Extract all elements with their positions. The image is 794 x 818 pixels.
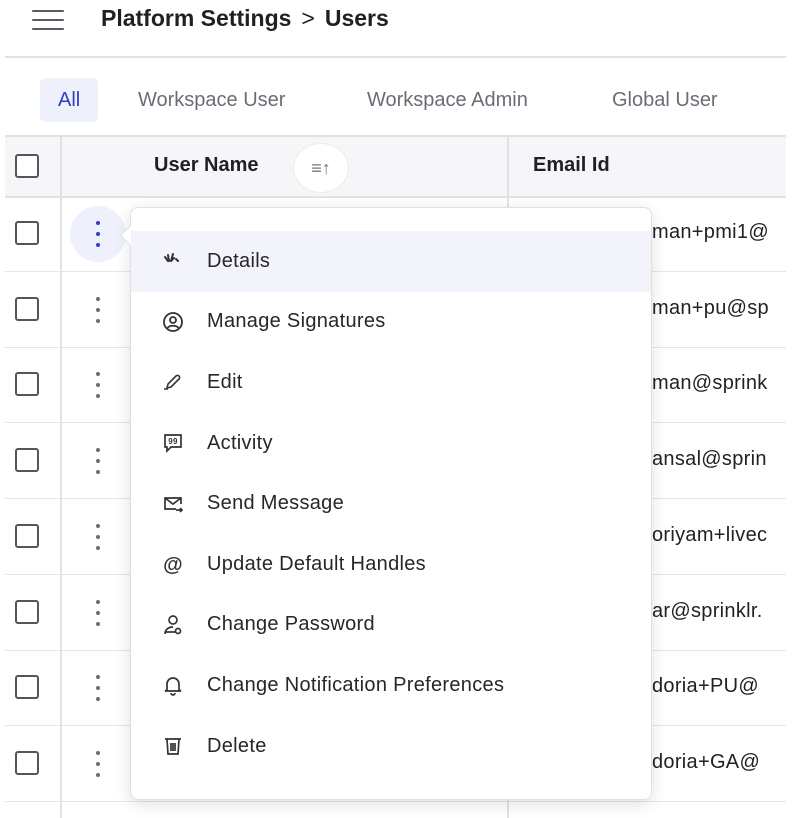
user-circle-icon	[163, 311, 183, 332]
column-divider	[60, 137, 62, 818]
email-cell: ansal@sprin	[652, 448, 767, 471]
row-checkbox[interactable]	[15, 221, 39, 245]
menu-item-label: Details	[207, 249, 271, 272]
row-checkbox[interactable]	[15, 599, 39, 624]
menu-item-label: Change Password	[207, 613, 375, 636]
column-header-email-id[interactable]: Email Id	[533, 154, 610, 177]
kebab-icon	[95, 221, 101, 247]
select-all-checkbox[interactable]	[15, 154, 39, 178]
mail-send-icon	[164, 496, 184, 513]
row-checkbox[interactable]	[15, 372, 39, 397]
column-header-user-name[interactable]: User Name	[154, 154, 259, 177]
menu-item-details[interactable]: Details	[131, 231, 651, 292]
pencil-icon	[164, 375, 181, 391]
kebab-icon	[95, 448, 101, 475]
kebab-icon	[95, 296, 101, 323]
svg-text:99: 99	[168, 437, 178, 446]
row-checkbox[interactable]	[15, 675, 39, 700]
divider	[5, 56, 786, 58]
svg-text:@: @	[163, 554, 183, 576]
breadcrumb-platform-settings[interactable]: Platform Settings	[101, 5, 291, 32]
at-icon: @	[163, 554, 183, 576]
menu-item-activity[interactable]: 99 Activity	[131, 413, 651, 474]
details-icon	[164, 253, 179, 263]
menu-item-delete[interactable]: Delete	[131, 716, 651, 777]
row-actions-button[interactable]	[70, 433, 126, 489]
row-actions-button[interactable]	[70, 206, 126, 262]
breadcrumb-users: Users	[324, 5, 389, 31]
menu-item-update-default-handles[interactable]: @ Update Default Handles	[131, 534, 651, 595]
tab-all[interactable]: All	[40, 78, 99, 122]
email-cell: man+pu@sp	[652, 296, 769, 319]
email-cell: man@sprink	[652, 372, 768, 395]
row-actions-button[interactable]	[70, 660, 126, 716]
row-actions-button[interactable]	[70, 509, 126, 565]
email-cell: oriyam+livec	[652, 523, 768, 546]
row-checkbox[interactable]	[15, 296, 39, 321]
email-cell: man+pmi1@	[652, 221, 769, 243]
row-context-menu: Details Manage Signatures Edit 99 Activi…	[130, 207, 652, 800]
menu-item-edit[interactable]: Edit	[131, 352, 651, 413]
kebab-icon	[95, 750, 101, 777]
row-checkbox[interactable]	[15, 750, 39, 775]
sort-ascending-icon[interactable]: ≡↑	[293, 143, 349, 193]
row-checkbox[interactable]	[15, 523, 39, 548]
tab-global-user[interactable]: Global User	[594, 78, 736, 122]
menu-item-manage-signatures[interactable]: Manage Signatures	[131, 292, 651, 353]
row-actions-button[interactable]	[70, 357, 126, 413]
kebab-icon	[95, 675, 101, 702]
row-actions-button[interactable]	[70, 282, 126, 338]
breadcrumb-separator: >	[301, 5, 315, 31]
menu-item-change-password[interactable]: Change Password	[131, 595, 651, 656]
kebab-icon	[95, 523, 101, 550]
row-actions-button[interactable]	[70, 585, 126, 641]
menu-item-label: Update Default Handles	[207, 552, 426, 575]
menu-item-label: Change Notification Preferences	[207, 673, 505, 696]
table-header	[5, 135, 786, 198]
breadcrumb: Platform Settings > Users	[101, 5, 389, 32]
hamburger-menu-button[interactable]	[32, 10, 64, 32]
kebab-icon	[95, 372, 101, 399]
user-key-icon	[164, 615, 182, 635]
menu-item-label: Manage Signatures	[207, 310, 386, 333]
row-actions-button[interactable]	[70, 736, 126, 792]
menu-item-label: Edit	[207, 370, 243, 393]
menu-item-label: Send Message	[207, 492, 345, 515]
row-divider	[5, 800, 786, 802]
quote-bubble-icon: 99	[164, 434, 182, 454]
email-cell: ar@sprinklr.	[652, 599, 763, 622]
row-checkbox[interactable]	[15, 448, 39, 473]
tab-workspace-admin[interactable]: Workspace Admin	[349, 78, 546, 122]
email-cell: doria+PU@	[652, 675, 759, 698]
trash-icon	[165, 738, 181, 755]
menu-item-label: Delete	[207, 734, 267, 757]
email-cell: doria+GA@	[652, 750, 761, 773]
tab-workspace-user[interactable]: Workspace User	[120, 78, 303, 122]
menu-item-send-message[interactable]: Send Message	[131, 473, 651, 534]
bell-icon	[164, 677, 182, 697]
menu-item-label: Activity	[207, 431, 273, 454]
menu-item-change-notification-preferences[interactable]: Change Notification Preferences	[131, 655, 651, 716]
kebab-icon	[95, 599, 101, 626]
